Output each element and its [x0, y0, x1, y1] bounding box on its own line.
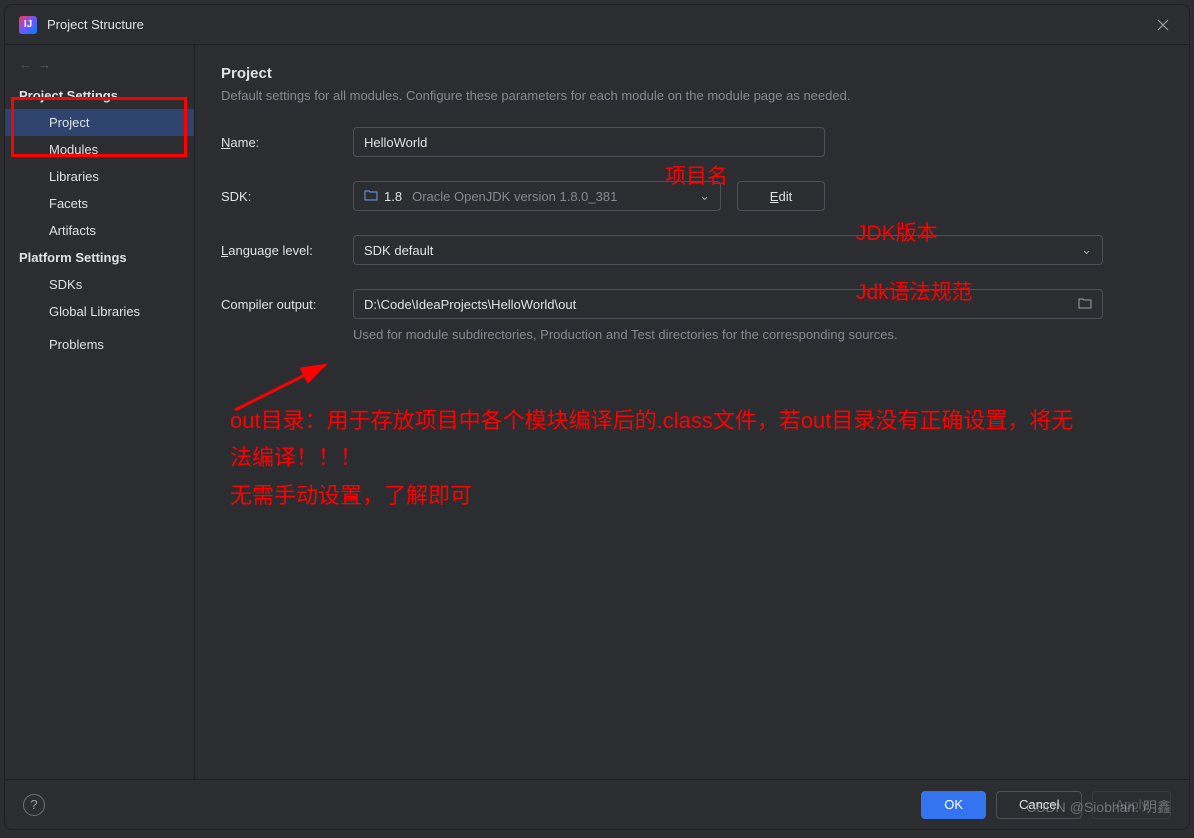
sdk-detail: Oracle OpenJDK version 1.8.0_381: [412, 189, 693, 204]
apply-button[interactable]: Apply: [1092, 791, 1171, 819]
page-subtitle: Default settings for all modules. Config…: [221, 88, 1163, 103]
sidebar-item-modules[interactable]: Modules: [5, 136, 194, 163]
folder-icon: [364, 189, 378, 204]
sidebar-section-platform-settings: Platform Settings: [5, 244, 194, 271]
compiler-output-label: Compiler output:: [221, 297, 353, 312]
page-title: Project: [221, 65, 1163, 82]
sidebar-item-facets[interactable]: Facets: [5, 190, 194, 217]
sidebar-item-sdks[interactable]: SDKs: [5, 271, 194, 298]
edit-button[interactable]: Edit: [737, 181, 825, 211]
cancel-button[interactable]: Cancel: [996, 791, 1082, 819]
sidebar-item-project[interactable]: Project: [5, 109, 194, 136]
sidebar-item-global-libraries[interactable]: Global Libraries: [5, 298, 194, 325]
app-icon: IJ: [19, 16, 37, 34]
window-title: Project Structure: [47, 17, 144, 32]
browse-folder-icon[interactable]: [1078, 297, 1092, 312]
annotation-project-name: 项目名: [665, 160, 728, 190]
ok-button[interactable]: OK: [921, 791, 986, 819]
annotation-jdk-version: JDK版本: [856, 217, 938, 247]
help-icon[interactable]: ?: [23, 794, 45, 816]
chevron-down-icon: ⌄: [1081, 242, 1092, 258]
name-label: Name:: [221, 135, 353, 150]
sidebar-item-problems[interactable]: Problems: [5, 331, 194, 358]
language-level-combo[interactable]: SDK default ⌄: [353, 235, 1103, 265]
language-level-value: SDK default: [364, 243, 433, 258]
chevron-down-icon: ⌄: [699, 188, 710, 204]
nav-back-icon: ←: [19, 57, 32, 72]
footer: ? OK Cancel Apply: [5, 779, 1189, 829]
sidebar-item-libraries[interactable]: Libraries: [5, 163, 194, 190]
annotation-out-dir: out目录：用于存放项目中各个模块编译后的.class文件，若out目录没有正确…: [230, 402, 1080, 514]
name-input[interactable]: HelloWorld: [353, 127, 825, 157]
titlebar: IJ Project Structure: [5, 5, 1189, 45]
annotation-jdk-syntax: Jdk语法规范: [856, 276, 973, 306]
sdk-label: SDK:: [221, 189, 353, 204]
compiler-output-hint: Used for module subdirectories, Producti…: [353, 327, 1163, 342]
sidebar-section-project-settings: Project Settings: [5, 82, 194, 109]
compiler-output-input[interactable]: D:\Code\IdeaProjects\HelloWorld\out: [353, 289, 1103, 319]
sidebar: ← → Project Settings Project Modules Lib…: [5, 45, 195, 779]
language-level-label: Language level:: [221, 243, 353, 258]
sdk-version: 1.8: [384, 189, 402, 204]
close-icon[interactable]: [1151, 13, 1175, 37]
nav-forward-icon: →: [38, 57, 51, 72]
sidebar-item-artifacts[interactable]: Artifacts: [5, 217, 194, 244]
compiler-output-value: D:\Code\IdeaProjects\HelloWorld\out: [364, 297, 576, 312]
